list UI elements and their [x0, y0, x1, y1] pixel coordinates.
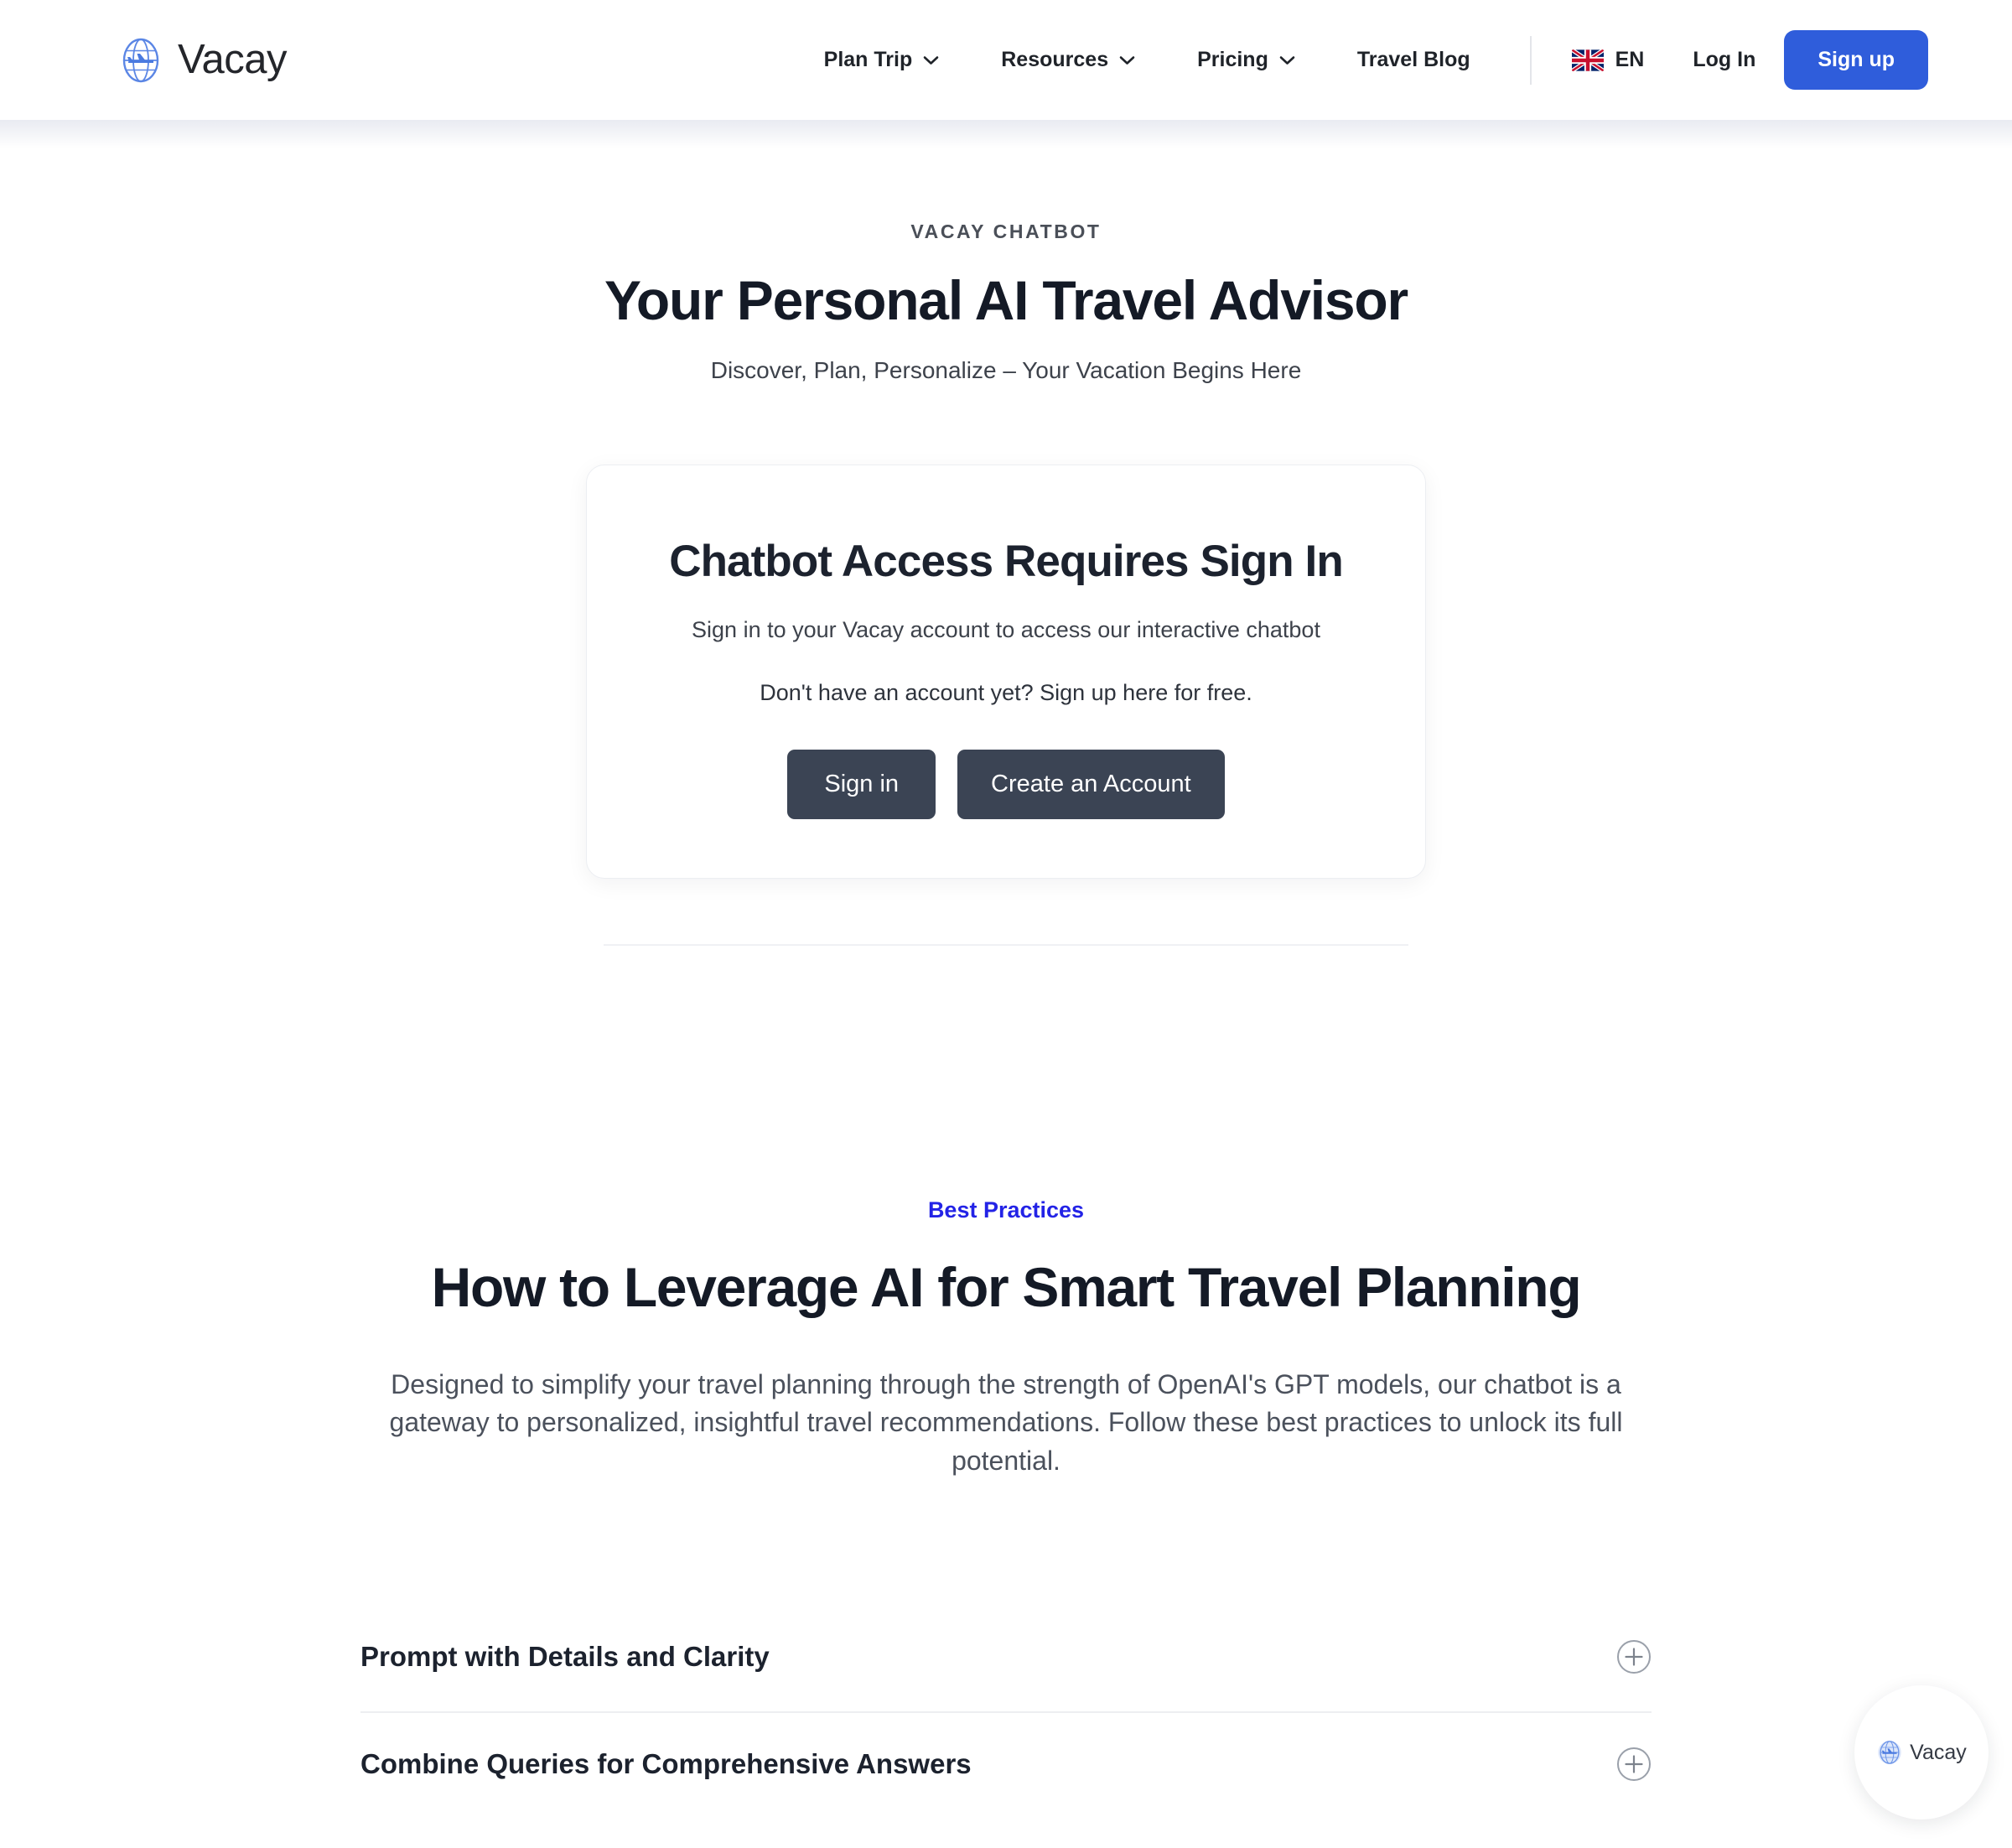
page-root: Vacay Plan Trip Resources Pricing Travel… — [0, 0, 2012, 1848]
brand-name: Vacay — [178, 37, 288, 82]
nav-label: Travel Blog — [1356, 48, 1470, 71]
chat-widget-button[interactable]: Vacay — [1854, 1685, 1989, 1819]
best-practices-body: Designed to simplify your travel plannin… — [389, 1368, 1623, 1476]
best-practices-tag: Best Practices — [927, 1197, 1085, 1222]
signup-button[interactable]: Sign up — [1784, 30, 1928, 90]
nav-label: Pricing — [1197, 48, 1268, 71]
nav-divider — [1529, 35, 1532, 85]
best-practices-accordion: Prompt with Details and Clarity Combine … — [360, 1606, 1652, 1819]
chevron-down-icon — [1279, 55, 1295, 65]
accordion-item-prompt-details[interactable]: Prompt with Details and Clarity — [360, 1606, 1652, 1711]
signin-card: Chatbot Access Requires Sign In Sign in … — [586, 464, 1426, 879]
main-nav: Plan Trip Resources Pricing Travel Blog — [793, 30, 1928, 90]
globe-plane-icon — [122, 38, 159, 82]
site-header: Vacay Plan Trip Resources Pricing Travel… — [0, 0, 2012, 120]
sign-in-button[interactable]: Sign in — [787, 749, 936, 819]
plus-circle-icon[interactable] — [1616, 1747, 1652, 1782]
signin-card-actions: Sign in Create an Account — [637, 749, 1375, 819]
chevron-down-icon — [923, 55, 939, 65]
brand-logo[interactable]: Vacay — [117, 37, 288, 84]
accordion-item-label: Prompt with Details and Clarity — [360, 1641, 770, 1673]
signin-card-title: Chatbot Access Requires Sign In — [669, 536, 1343, 586]
section-divider-wrapper — [0, 943, 2012, 946]
uk-flag-icon — [1571, 49, 1604, 71]
section-divider — [604, 943, 1408, 946]
accordion-item-combine-queries[interactable]: Combine Queries for Comprehensive Answer… — [360, 1711, 1652, 1819]
signin-card-wrapper: Chatbot Access Requires Sign In Sign in … — [0, 464, 2012, 879]
best-practices-title: How to Leverage AI for Smart Travel Plan… — [431, 1255, 1582, 1318]
language-selector[interactable]: EN — [1552, 48, 1665, 72]
signin-card-note: Don't have an account yet? Sign up here … — [760, 679, 1252, 705]
hero-subtitle: Discover, Plan, Personalize – Your Vacat… — [710, 356, 1302, 383]
language-code: EN — [1615, 48, 1645, 71]
nav-label: Resources — [1001, 48, 1109, 71]
hero-section: VACAY CHATBOT Your Personal AI Travel Ad… — [0, 120, 2012, 384]
page-title: Your Personal AI Travel Advisor — [604, 269, 1408, 331]
best-practices-section: Best Practices How to Leverage AI for Sm… — [0, 1197, 2012, 1480]
signin-card-subtitle: Sign in to your Vacay account to access … — [692, 616, 1320, 642]
nav-label: Plan Trip — [823, 48, 913, 71]
plus-circle-icon[interactable] — [1616, 1639, 1652, 1674]
nav-item-travel-blog[interactable]: Travel Blog — [1326, 48, 1501, 72]
hero-eyebrow: VACAY CHATBOT — [910, 221, 1102, 242]
nav-item-resources[interactable]: Resources — [970, 48, 1166, 72]
login-link[interactable]: Log In — [1664, 48, 1784, 72]
create-account-button[interactable]: Create an Account — [957, 749, 1225, 819]
chat-widget-label: Vacay — [1910, 1740, 1967, 1764]
accordion-item-label: Combine Queries for Comprehensive Answer… — [360, 1748, 972, 1780]
nav-item-pricing[interactable]: Pricing — [1166, 48, 1326, 72]
globe-plane-icon — [1878, 1741, 1901, 1764]
chevron-down-icon — [1119, 55, 1135, 65]
nav-item-plan-trip[interactable]: Plan Trip — [793, 48, 971, 72]
